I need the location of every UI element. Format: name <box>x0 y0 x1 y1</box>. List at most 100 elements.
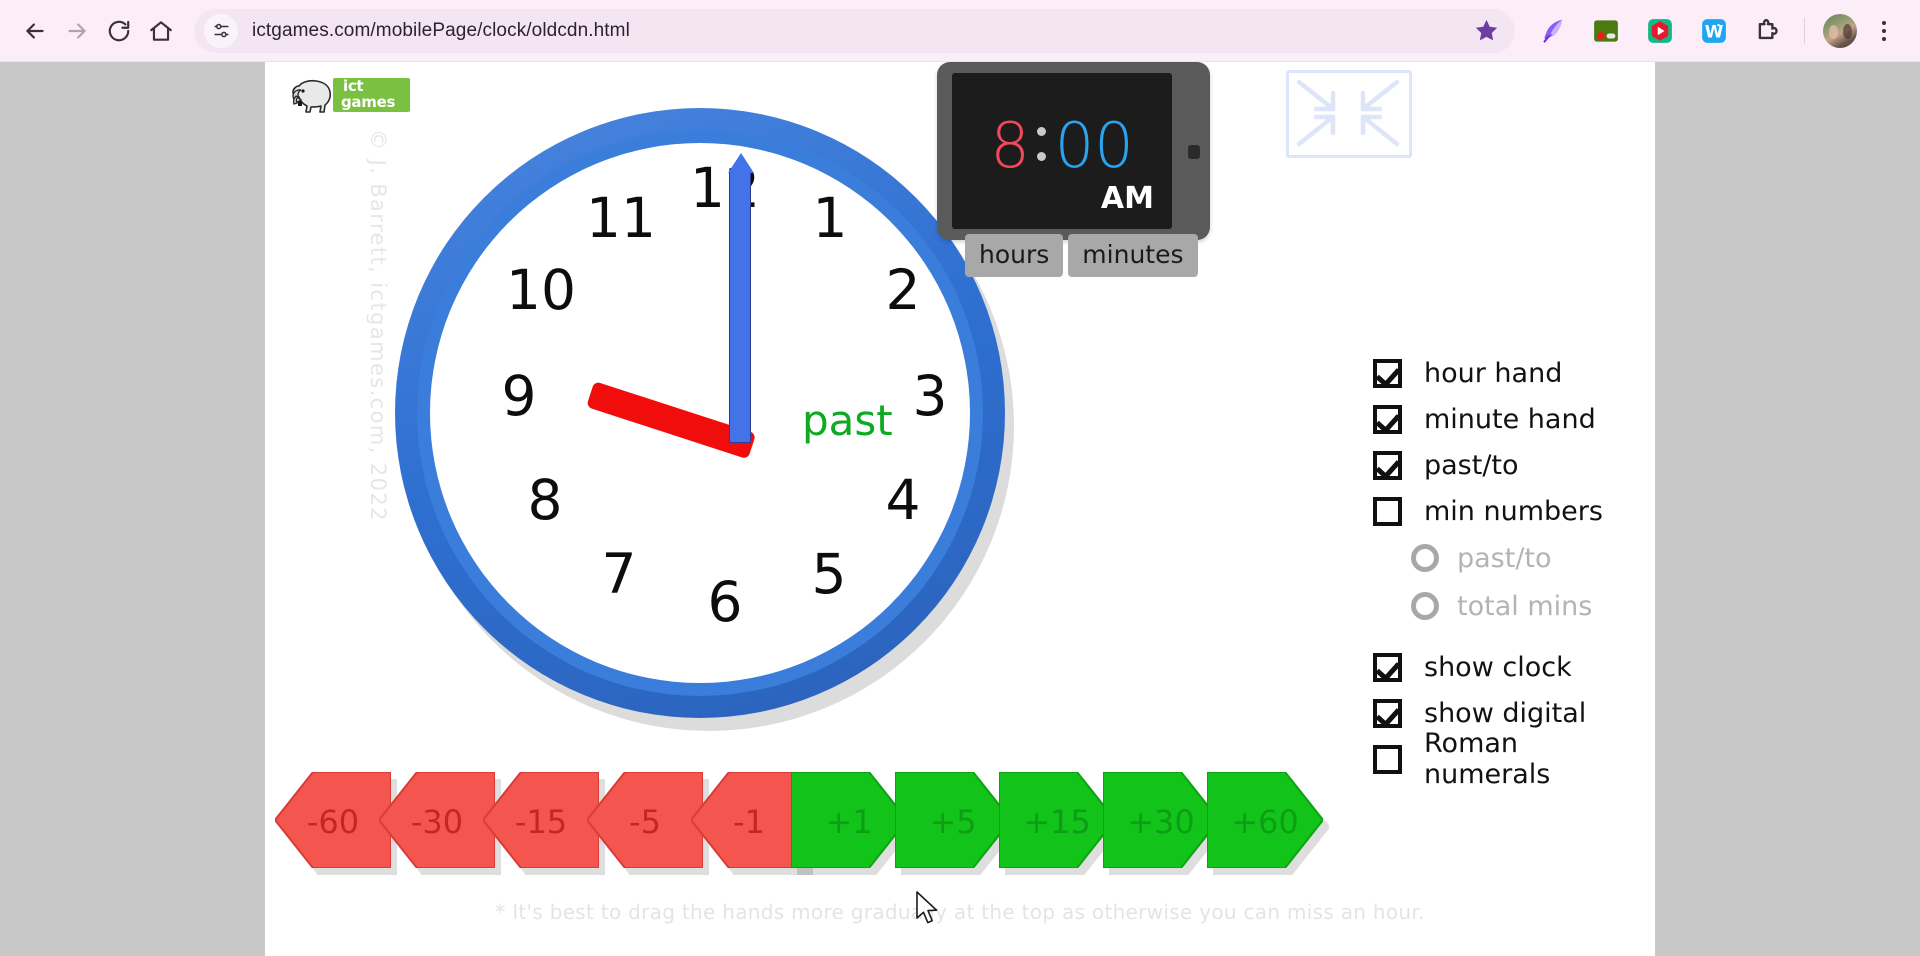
minutes-tab[interactable]: minutes <box>1068 234 1198 277</box>
checkbox-minute-hand[interactable] <box>1373 404 1402 434</box>
analog-clock[interactable]: 12 1 2 3 4 5 6 7 8 9 10 11 past <box>390 105 1032 747</box>
radio-total-mins[interactable] <box>1411 592 1439 620</box>
checkbox-roman-numerals[interactable] <box>1373 744 1402 774</box>
clock-numeral-1: 1 <box>812 186 848 250</box>
url-text[interactable]: ictgames.com/mobilePage/clock/oldcdn.htm… <box>238 20 1463 42</box>
clock-numeral-2: 2 <box>885 258 921 322</box>
checkbox-min-numbers[interactable] <box>1373 496 1402 526</box>
digital-meridiem: AM <box>1100 181 1154 216</box>
browser-toolbar: ictgames.com/mobilePage/clock/oldcdn.htm… <box>0 0 1920 62</box>
w-app-icon[interactable]: W <box>1694 11 1734 51</box>
label-hour-hand: hour hand <box>1424 357 1563 389</box>
stepper-plus-1[interactable]: +1 <box>790 771 909 869</box>
label-minute-hand: minute hand <box>1424 403 1596 435</box>
options-spacer <box>1373 630 1643 644</box>
option-past-to[interactable]: past/to <box>1373 442 1643 488</box>
extension-icons: W <box>1525 11 1906 51</box>
clock-numeral-12: 12 <box>690 156 760 220</box>
quill-pen-icon[interactable] <box>1532 11 1572 51</box>
digital-clock-tablet: 8 00 AM <box>937 62 1210 240</box>
back-button[interactable] <box>14 10 56 52</box>
logo-text-games: games <box>341 93 396 111</box>
clock-numeral-10: 10 <box>506 258 576 322</box>
stepper-minus-15[interactable]: -15 <box>481 771 600 869</box>
chevron-right-shape <box>998 771 1117 869</box>
digital-screen: 8 00 AM <box>952 73 1172 229</box>
chevron-right-shape <box>1206 771 1325 869</box>
reload-button[interactable] <box>98 10 140 52</box>
chevron-right-shape <box>790 771 909 869</box>
drag-instruction-label: Please drag the hands slowly here * <box>563 70 948 74</box>
radio-past-to[interactable] <box>1411 544 1439 572</box>
digital-hours: 8 <box>990 109 1030 182</box>
video-play-icon[interactable] <box>1640 11 1680 51</box>
bookmark-star-icon[interactable] <box>1463 9 1509 53</box>
digital-time: 8 00 <box>952 115 1172 177</box>
clock-numeral-7: 7 <box>601 542 637 606</box>
checkbox-past-to[interactable] <box>1373 450 1402 480</box>
page-letterbox: ict games © J. Barrett, ictgames.com, 20… <box>0 62 1920 956</box>
label-min-numbers: min numbers <box>1424 495 1603 527</box>
home-button[interactable] <box>140 10 182 52</box>
chrome-menu-icon[interactable] <box>1866 11 1902 51</box>
label-show-clock: show clock <box>1424 651 1572 683</box>
address-bar[interactable]: ictgames.com/mobilePage/clock/oldcdn.htm… <box>194 8 1515 53</box>
checkbox-show-clock[interactable] <box>1373 652 1402 682</box>
chevron-right-shape <box>894 771 1013 869</box>
clock-numeral-3: 3 <box>912 364 948 428</box>
label-show-digital: show digital <box>1424 697 1587 729</box>
option-min-numbers[interactable]: min numbers <box>1373 488 1643 534</box>
digital-unit-tabs: hours minutes <box>965 234 1198 277</box>
clock-numeral-4: 4 <box>885 468 921 532</box>
option-show-clock[interactable]: show clock <box>1373 644 1643 690</box>
stepper-plus-15[interactable]: +15 <box>998 771 1117 869</box>
chevron-left-shape <box>585 771 704 869</box>
clock-numeral-9: 9 <box>501 364 537 428</box>
forward-button[interactable] <box>56 10 98 52</box>
option-hour-hand[interactable]: hour hand <box>1373 350 1643 396</box>
profile-avatar[interactable] <box>1823 13 1857 48</box>
label-past-to: past/to <box>1424 449 1519 481</box>
stepper-plus-30[interactable]: +30 <box>1102 771 1221 869</box>
label-radio-total-mins: total mins <box>1457 590 1593 622</box>
svg-text:W: W <box>1705 21 1724 41</box>
clock-face: 12 1 2 3 4 5 6 7 8 9 10 11 past <box>430 143 970 683</box>
clock-bezel: 12 1 2 3 4 5 6 7 8 9 10 11 past <box>395 108 1005 718</box>
clock-numeral-6: 6 <box>707 570 743 634</box>
page-content: ict games © J. Barrett, ictgames.com, 20… <box>265 62 1655 956</box>
copyright-text: © J. Barrett, ictgames.com, 2022 <box>366 129 390 522</box>
option-minute-hand[interactable]: minute hand <box>1373 396 1643 442</box>
chevron-left-shape <box>481 771 600 869</box>
puzzle-piece-icon[interactable] <box>1748 11 1788 51</box>
stepper-minus-5[interactable]: -5 <box>585 771 704 869</box>
option-roman-numerals[interactable]: Roman numerals <box>1373 728 1643 790</box>
site-settings-icon[interactable] <box>204 13 238 48</box>
checkbox-hour-hand[interactable] <box>1373 358 1402 388</box>
option-radio-past-to[interactable]: past/to <box>1373 534 1643 582</box>
stepper-minus-60[interactable]: -60 <box>273 771 392 869</box>
footer-note: * It's best to drag the hands more gradu… <box>495 900 1425 924</box>
clock-numeral-8: 8 <box>527 468 563 532</box>
chevron-left-shape <box>377 771 496 869</box>
stepper-plus-60[interactable]: +60 <box>1206 771 1325 869</box>
stepper-minus-1[interactable]: -1 <box>689 771 808 869</box>
tablet-side-button <box>1188 145 1200 159</box>
stepper-minus-30[interactable]: -30 <box>377 771 496 869</box>
screen-recorder-icon[interactable] <box>1586 11 1626 51</box>
hours-tab[interactable]: hours <box>965 234 1064 277</box>
elephant-icon <box>292 79 332 113</box>
options-panel: hour hand minute hand past/to min number… <box>1373 350 1643 790</box>
stepper-plus-5[interactable]: +5 <box>894 771 1013 869</box>
toolbar-divider <box>1804 17 1805 44</box>
checkbox-show-digital[interactable] <box>1373 698 1402 728</box>
time-stepper-bar: -60 -30 -15 -5 -1 +1 +5 +15 +30 +60 <box>273 771 1325 882</box>
option-radio-total-mins[interactable]: total mins <box>1373 582 1643 630</box>
chevron-right-shape <box>1102 771 1221 869</box>
minute-hand[interactable] <box>727 153 754 443</box>
chevron-left-shape <box>273 771 392 869</box>
digital-colon <box>1036 127 1046 165</box>
exit-fullscreen-icon[interactable] <box>1286 70 1412 158</box>
clock-numeral-11: 11 <box>586 186 656 250</box>
label-roman-numerals: Roman numerals <box>1424 728 1551 790</box>
digital-minutes: 00 <box>1054 109 1134 182</box>
